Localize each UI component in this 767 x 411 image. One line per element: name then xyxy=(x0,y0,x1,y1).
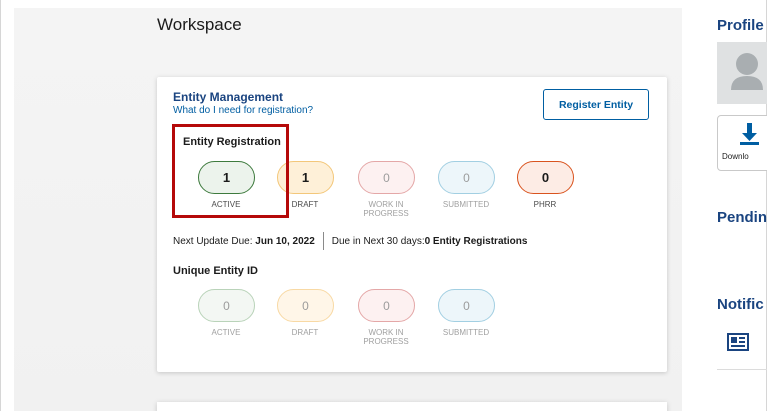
download-icon xyxy=(740,123,759,145)
next-update-prefix: Next Update Due: xyxy=(173,235,253,247)
due-next-prefix: Due in Next 30 days: xyxy=(331,235,425,247)
entity-management-card: Entity Management What do I need for reg… xyxy=(157,77,667,372)
uei-wip-count[interactable]: 0 xyxy=(358,289,415,322)
profile-title: Profile xyxy=(717,17,764,34)
entity-registration-wip-label: WORK IN PROGRESS xyxy=(363,200,409,218)
notifications-title: Notific xyxy=(717,296,764,313)
register-entity-button[interactable]: Register Entity xyxy=(543,89,649,120)
entity-registration-submitted-count[interactable]: 0 xyxy=(438,161,495,194)
download-label: Downlo xyxy=(722,152,749,161)
download-button[interactable]: Downlo xyxy=(717,115,767,171)
entity-registration-phrr-count[interactable]: 0 xyxy=(517,161,574,194)
entity-registration-wip-count[interactable]: 0 xyxy=(358,161,415,194)
uei-active-count[interactable]: 0 xyxy=(198,289,255,322)
sidebar-divider xyxy=(717,369,767,370)
due-next-value: 0 Entity Registrations xyxy=(424,235,528,247)
entity-registration-submitted-label: SUBMITTED xyxy=(442,200,490,209)
uei-submitted-label: SUBMITTED xyxy=(442,328,490,337)
due-info-line: Next Update Due: Jun 10, 2022 Due in Nex… xyxy=(173,232,527,250)
entity-registration-phrr-label: PHRR xyxy=(533,200,557,209)
unique-entity-id-label: Unique Entity ID xyxy=(173,265,258,277)
secondary-card xyxy=(157,402,667,411)
next-update-date: Jun 10, 2022 xyxy=(255,235,315,247)
newspaper-icon xyxy=(727,333,749,356)
entity-management-title: Entity Management xyxy=(173,90,284,104)
registration-help-link[interactable]: What do I need for registration? xyxy=(173,105,313,116)
entity-registration-highlight-box xyxy=(172,124,289,218)
uei-draft-count[interactable]: 0 xyxy=(277,289,334,322)
uei-draft-label: DRAFT xyxy=(291,328,319,337)
uei-submitted-count[interactable]: 0 xyxy=(438,289,495,322)
uei-active-label: ACTIVE xyxy=(211,328,241,337)
pending-title: Pendin xyxy=(717,209,767,226)
uei-wip-label: WORK IN PROGRESS xyxy=(363,328,409,346)
due-divider xyxy=(322,232,324,250)
user-avatar-icon xyxy=(731,53,763,90)
avatar xyxy=(717,42,767,104)
page-title: Workspace xyxy=(157,15,242,34)
